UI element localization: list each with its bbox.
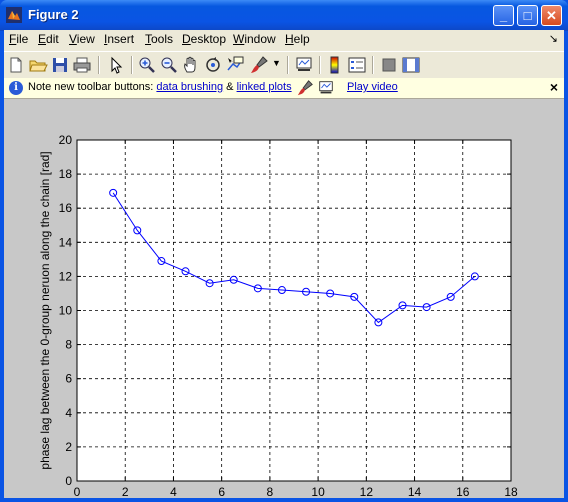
colorbar-icon[interactable] (325, 55, 345, 75)
pan-icon[interactable] (181, 55, 201, 75)
x-tick-label: 8 (267, 485, 274, 498)
info-message: Note new toolbar buttons: data brushing … (28, 81, 292, 93)
figure-canvas: 02468101214161802468101214161820Segment … (4, 99, 564, 502)
menu-insert-label: nsert (107, 32, 135, 46)
rotate-3d-icon[interactable] (203, 55, 223, 75)
x-tick-label: 14 (408, 485, 422, 498)
y-tick-label: 6 (65, 372, 72, 386)
menu-view-accel: V (69, 32, 77, 46)
menu-insert[interactable]: Insert (104, 32, 134, 46)
toolbar-separator (287, 56, 289, 74)
y-tick-label: 0 (65, 474, 72, 488)
menu-desktop[interactable]: Desktop (182, 32, 226, 46)
menu-file[interactable]: File (9, 32, 28, 46)
zoom-in-icon[interactable] (137, 55, 157, 75)
figure-toolbar: ▼ (4, 51, 564, 79)
brush-dropdown-icon[interactable]: ▼ (272, 58, 281, 68)
pointer-icon[interactable] (106, 55, 126, 75)
menu-window[interactable]: Window (233, 32, 276, 46)
menu-help-label: elp (293, 32, 310, 46)
menu-help[interactable]: Help (285, 32, 310, 46)
x-tick-label: 16 (456, 485, 470, 498)
menu-file-label: ile (16, 32, 29, 46)
maximize-icon: □ (523, 8, 532, 23)
link-plot-icon[interactable] (294, 55, 314, 75)
figure-client-area: File Edit View Insert Tools Desktop Wind… (4, 30, 564, 502)
info-prefix: Note new toolbar buttons: (28, 81, 154, 93)
hide-plot-tools-icon[interactable] (379, 55, 399, 75)
new-figure-icon[interactable] (6, 55, 26, 75)
toolbar-separator (372, 56, 374, 74)
window-title: Figure 2 (28, 7, 79, 22)
data-cursor-icon[interactable] (225, 55, 245, 75)
y-tick-label: 10 (59, 304, 73, 318)
x-tick-label: 0 (74, 485, 81, 498)
x-tick-label: 6 (218, 485, 225, 498)
close-button[interactable]: ✕ (541, 5, 562, 26)
linked-plots-link[interactable]: linked plots (237, 81, 292, 93)
zoom-out-icon[interactable] (159, 55, 179, 75)
y-tick-label: 20 (59, 133, 73, 147)
y-tick-label: 16 (59, 201, 73, 215)
close-icon: ✕ (546, 8, 557, 23)
menu-tools-label: ools (151, 32, 174, 46)
link-plot-icon (319, 81, 333, 94)
data-brushing-link[interactable]: data brushing (156, 81, 223, 93)
dock-arrow-icon[interactable]: ↘ (549, 32, 558, 45)
menu-help-accel: H (285, 32, 294, 46)
brush-icon (297, 80, 313, 96)
brush-icon[interactable] (249, 55, 269, 75)
menu-view-label: iew (76, 32, 95, 46)
info-icon: i (9, 81, 23, 95)
matlab-logo-icon (6, 7, 22, 23)
menu-window-accel: W (233, 32, 245, 46)
menu-window-label: indow (244, 32, 276, 46)
menu-view[interactable]: View (69, 32, 95, 46)
title-bar[interactable]: Figure 2 _ □ ✕ (0, 0, 568, 31)
save-icon[interactable] (50, 55, 70, 75)
menu-bar: File Edit View Insert Tools Desktop Wind… (4, 30, 564, 50)
maximize-button[interactable]: □ (517, 5, 538, 26)
y-tick-label: 8 (65, 338, 72, 352)
play-video-link[interactable]: Play video (347, 81, 398, 93)
menu-desktop-accel: D (182, 32, 191, 46)
open-file-icon[interactable] (28, 55, 48, 75)
y-tick-label: 14 (59, 235, 73, 249)
y-axis-label: phase lag between the 0-group neruon alo… (38, 151, 52, 469)
line-chart[interactable]: 02468101214161802468101214161820Segment … (4, 99, 564, 502)
print-icon[interactable] (72, 55, 92, 75)
info-close-icon[interactable]: × (550, 79, 558, 95)
y-tick-label: 12 (59, 269, 73, 283)
info-bar: i Note new toolbar buttons: data brushin… (4, 78, 564, 99)
toolbar-separator (98, 56, 100, 74)
x-tick-label: 4 (170, 485, 177, 498)
menu-tools[interactable]: Tools (145, 32, 173, 46)
menu-edit[interactable]: Edit (38, 32, 59, 46)
legend-icon[interactable] (347, 55, 367, 75)
menu-edit-label: dit (46, 32, 59, 46)
figure-window: Figure 2 _ □ ✕ File Edit View Insert Too… (0, 0, 568, 502)
y-tick-label: 18 (59, 167, 73, 181)
toolbar-separator (131, 56, 133, 74)
menu-edit-accel: E (38, 32, 47, 46)
x-tick-label: 2 (122, 485, 129, 498)
info-ampersand: & (226, 81, 234, 93)
x-tick-label: 10 (311, 485, 325, 498)
y-tick-label: 2 (65, 440, 72, 454)
menu-desktop-label: esktop (190, 32, 227, 46)
x-tick-label: 12 (360, 485, 374, 498)
minimize-icon: _ (499, 8, 508, 23)
show-plot-tools-icon[interactable] (401, 55, 421, 75)
x-tick-label: 18 (504, 485, 518, 498)
minimize-button[interactable]: _ (493, 5, 514, 26)
y-tick-label: 4 (65, 406, 72, 420)
toolbar-separator (319, 56, 321, 74)
